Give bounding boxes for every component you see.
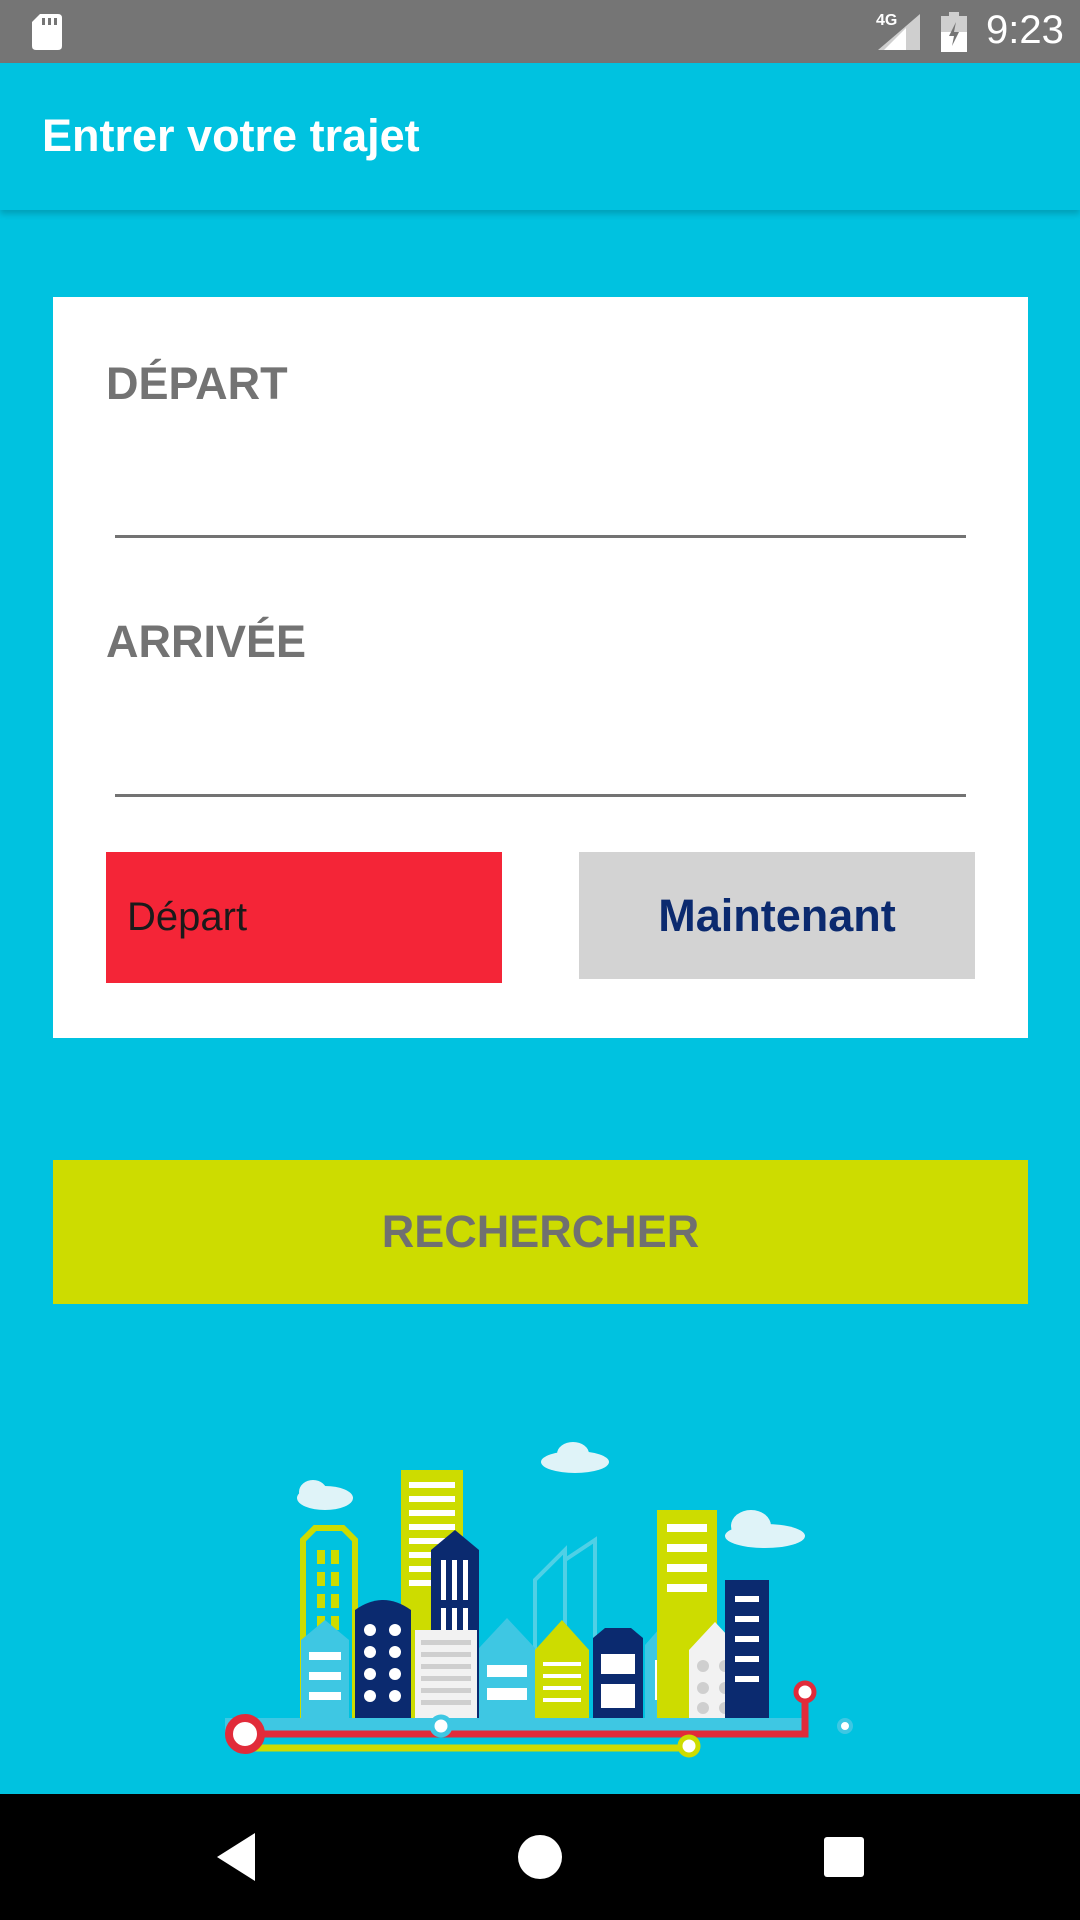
back-icon[interactable]: [207, 1827, 267, 1887]
recents-icon[interactable]: [814, 1827, 874, 1887]
city-illustration: [225, 1442, 853, 1758]
battery-charging-icon: [941, 12, 967, 52]
arrival-label: ARRIVÉE: [106, 616, 307, 667]
arrival-input[interactable]: [115, 707, 966, 797]
home-icon[interactable]: [510, 1827, 570, 1887]
journey-form-card: DÉPART ARRIVÉE Départ Maintenant: [53, 297, 1028, 1038]
page-title: Entrer votre trajet: [42, 110, 420, 161]
departure-input[interactable]: [115, 448, 966, 538]
clock: 9:23: [986, 8, 1064, 52]
search-button[interactable]: RECHERCHER: [53, 1160, 1028, 1304]
status-bar: 4G 9:23: [0, 0, 1080, 63]
departure-label: DÉPART: [106, 358, 288, 409]
app-bar: Entrer votre trajet: [0, 63, 1080, 210]
sd-card-icon: [32, 14, 62, 50]
departure-time-button[interactable]: Maintenant: [579, 852, 975, 979]
navigation-bar: [0, 1794, 1080, 1920]
departure-mode-button[interactable]: Départ: [106, 852, 502, 983]
signal-icon: [878, 14, 920, 50]
